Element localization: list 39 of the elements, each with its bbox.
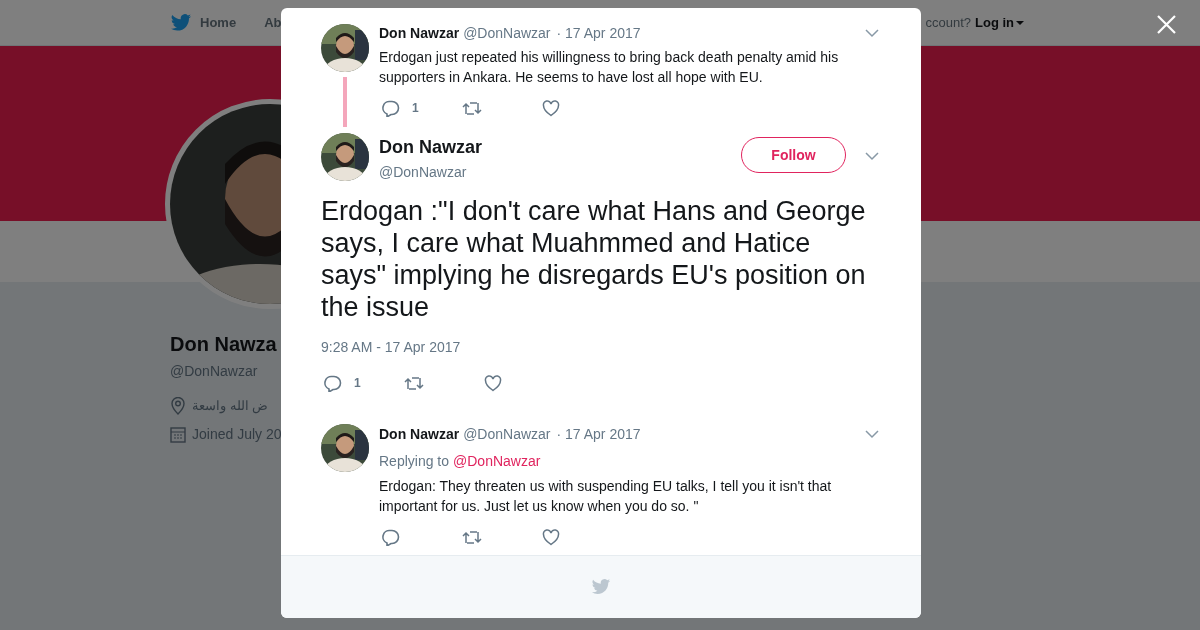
reply-icon[interactable]	[324, 374, 342, 392]
replying-label: Replying to	[379, 452, 450, 471]
location-icon	[170, 396, 186, 415]
reply-count: 1	[412, 100, 419, 117]
profile-location: ض الله واسعة	[192, 397, 269, 416]
tweet-text: Erdogan :"I don't care what Hans and George says, I care what Muahmmed and Hatice says" implying he disregards EU's position on the issue	[321, 195, 867, 323]
retweet-icon[interactable]	[462, 100, 482, 116]
author-name: Don Nawzar	[379, 425, 460, 444]
login-prompt: ccount?	[925, 13, 971, 32]
tweet-text: Erdogan: They threaten us with suspending EU talks, I tell you it isn't that important for us. Just let us know when you do so. "	[379, 477, 833, 516]
tweet-date: · 17 Apr 2017	[556, 24, 641, 43]
author-name: Don Nawzar	[379, 24, 460, 43]
login-button[interactable]: Log in	[975, 12, 1024, 33]
home-link[interactable]: Home	[200, 12, 237, 33]
retweet-icon[interactable]	[404, 375, 424, 391]
mention-link[interactable]: @DonNawzar	[453, 451, 541, 472]
chevron-icon[interactable]	[865, 152, 879, 161]
chevron-icon[interactable]	[865, 430, 879, 439]
heart-icon[interactable]	[542, 528, 560, 546]
profile-name: Don Nawza	[170, 332, 278, 357]
calendar-icon	[170, 425, 186, 443]
author-handle: @DonNawzar	[463, 425, 551, 444]
reply-icon[interactable]	[382, 99, 400, 117]
about-link[interactable]: Ab	[264, 12, 282, 33]
close-icon[interactable]	[1157, 15, 1176, 34]
profile-joined: Joined July 20	[192, 424, 282, 444]
heart-icon[interactable]	[542, 99, 560, 117]
heart-icon[interactable]	[484, 374, 502, 392]
retweet-icon[interactable]	[462, 529, 482, 545]
tweet-text: Erdogan just repeated his willingness to bring back death penalty amid his supporters in Ankara. He seems to have lost all hope with EU.	[379, 48, 840, 87]
author-handle: @DonNawzar	[379, 163, 468, 182]
author-handle: @DonNawzar	[463, 24, 551, 43]
author-name: Don Nawzar	[379, 136, 483, 159]
profile-handle: @DonNawzar	[170, 362, 259, 381]
chevron-icon[interactable]	[865, 29, 879, 38]
tweet-date: · 17 Apr 2017	[556, 425, 641, 444]
reply-count: 1	[354, 375, 361, 392]
reply-icon[interactable]	[382, 528, 400, 546]
tweet-timestamp: 9:28 AM - 17 Apr 2017	[320, 338, 462, 357]
